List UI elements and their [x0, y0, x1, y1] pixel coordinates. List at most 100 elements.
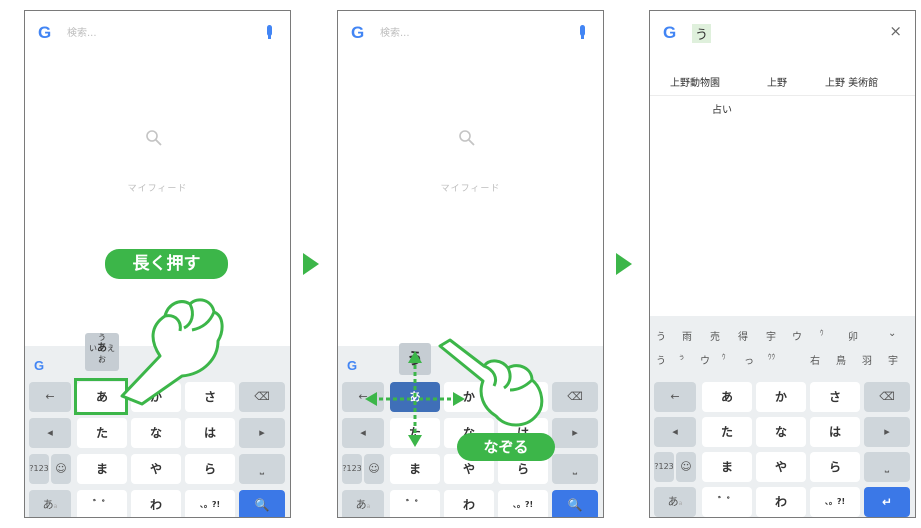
key-sa[interactable]: さ [810, 382, 860, 412]
key-ma[interactable]: ま [390, 454, 440, 484]
candidate-item[interactable]: 雨 [682, 328, 692, 343]
key-punct[interactable]: 、。?! [498, 490, 548, 517]
key-ta[interactable]: た [77, 418, 127, 448]
feed-hint-text: マイフィード [440, 184, 501, 194]
close-icon[interactable]: × [889, 22, 902, 40]
number-key[interactable]: ?123 [654, 452, 674, 482]
mic-icon[interactable] [580, 25, 585, 39]
search-input[interactable]: 検索... [67, 24, 97, 39]
delete-key[interactable]: ⌫ [864, 382, 910, 412]
swipe-callout: なぞる [457, 433, 555, 461]
key-wa[interactable]: わ [131, 490, 181, 517]
next-key[interactable]: ▸ [864, 417, 910, 447]
mode-key-sub: a [678, 500, 683, 507]
emoji-key[interactable]: ☺ [364, 454, 384, 484]
phone-screen-result: G う × 上野動物園 上野 上野 美術館 占い う 雨 売 得 宇 ウ ｳ 卯… [649, 10, 916, 518]
key-ma[interactable]: ま [702, 452, 752, 482]
search-icon [459, 130, 475, 146]
key-a[interactable]: あ [702, 382, 752, 412]
key-label: あ [720, 390, 733, 404]
key-wa[interactable]: わ [444, 490, 494, 517]
suggestion-item[interactable]: 上野 美術館 [825, 74, 878, 89]
search-key[interactable]: 🔍 [239, 490, 285, 517]
candidate-item[interactable]: ｳｳ [768, 352, 775, 362]
key-ra[interactable]: ら [810, 452, 860, 482]
search-key[interactable]: 🔍 [552, 490, 598, 517]
key-dakuten[interactable]: ゛゜ [702, 487, 752, 517]
keyboard-google-icon[interactable]: G [347, 358, 357, 373]
key-ra[interactable]: ら [185, 454, 235, 484]
phone-screen-swipe: G 検索... マイフィード G ← あ か さ ⌫ ◂ た な は ▸ ?12… [337, 10, 604, 518]
candidate-item[interactable]: 鳥 [836, 352, 846, 367]
key-ha[interactable]: は [185, 418, 235, 448]
space-key[interactable]: ⎵ [864, 452, 910, 482]
key-punct[interactable]: 、。?! [185, 490, 235, 517]
search-input[interactable]: う [692, 24, 712, 43]
key-dakuten[interactable]: ゛゜ [77, 490, 127, 517]
candidate-item[interactable]: ｳ [820, 328, 824, 338]
key-ma[interactable]: ま [77, 454, 127, 484]
search-bar[interactable]: G 検索... [338, 11, 603, 53]
key-label: や [774, 460, 787, 474]
key-label: な [774, 425, 787, 439]
candidate-item[interactable]: ｳ [722, 352, 726, 362]
suggestion-item[interactable]: 上野 [767, 74, 787, 89]
emoji-key[interactable]: ☺ [676, 452, 696, 482]
candidate-item[interactable]: う [656, 352, 666, 367]
mode-key[interactable]: あa [654, 487, 696, 517]
google-logo-icon: G [663, 23, 677, 42]
candidate-item[interactable]: 右 [810, 352, 820, 367]
space-key[interactable]: ⎵ [239, 454, 285, 484]
number-key[interactable]: ?123 [342, 454, 362, 484]
candidate-item[interactable]: 卯 [848, 328, 858, 343]
candidate-item[interactable]: ぅ [678, 352, 685, 362]
delete-key[interactable]: ⌫ [552, 382, 598, 412]
prev-key[interactable]: ◂ [29, 418, 71, 448]
key-label: ゛゜ [92, 500, 111, 510]
keyboard-google-icon[interactable]: G [34, 358, 44, 373]
mic-icon[interactable] [267, 25, 272, 39]
key-ha[interactable]: は [810, 417, 860, 447]
key-ka[interactable]: か [756, 382, 806, 412]
delete-key[interactable]: ⌫ [239, 382, 285, 412]
search-input[interactable]: 検索... [380, 24, 410, 39]
key-wa[interactable]: わ [756, 487, 806, 517]
key-ya[interactable]: や [756, 452, 806, 482]
key-label: や [149, 462, 162, 476]
suggestion-item[interactable]: 占い [712, 101, 732, 116]
key-ta[interactable]: た [702, 417, 752, 447]
key-dakuten[interactable]: ゛゜ [390, 490, 440, 517]
key-label: 、。?! [512, 500, 534, 509]
search-bar[interactable]: G う × [650, 11, 915, 53]
next-key[interactable]: ▸ [552, 418, 598, 448]
prev-key[interactable]: ◂ [654, 417, 696, 447]
emoji-key[interactable]: ☺ [51, 454, 71, 484]
candidate-item[interactable]: っ [744, 352, 754, 367]
candidate-item[interactable]: 宇 [888, 352, 898, 367]
key-na[interactable]: な [756, 417, 806, 447]
left-arrow-key[interactable]: ← [29, 382, 71, 412]
key-na[interactable]: な [131, 418, 181, 448]
left-arrow-key[interactable]: ← [654, 382, 696, 412]
candidate-item[interactable]: 羽 [862, 352, 872, 367]
expand-candidates-icon[interactable]: ⌄ [888, 328, 896, 339]
candidate-item[interactable]: ウ [792, 328, 802, 343]
candidate-item[interactable]: 得 [738, 328, 748, 343]
enter-key[interactable]: ↵ [864, 487, 910, 517]
popup-bottom: お [98, 355, 106, 364]
number-key[interactable]: ?123 [29, 454, 49, 484]
space-key[interactable]: ⎵ [552, 454, 598, 484]
suggestion-item[interactable]: 上野動物園 [670, 74, 720, 89]
key-ya[interactable]: や [131, 454, 181, 484]
key-punct[interactable]: 、。?! [810, 487, 860, 517]
flick-popup: う いあえ お [85, 333, 119, 371]
candidate-item[interactable]: 宇 [766, 328, 776, 343]
mode-key[interactable]: あa [342, 490, 384, 517]
mode-key[interactable]: あa [29, 490, 71, 517]
phone-screen-long-press: G 検索... マイフィード G ← あ か さ ⌫ ◂ た な は ▸ ?12… [24, 10, 291, 518]
next-key[interactable]: ▸ [239, 418, 285, 448]
search-bar[interactable]: G 検索... [25, 11, 290, 53]
candidate-item[interactable]: 売 [710, 328, 720, 343]
candidate-item[interactable]: う [656, 328, 666, 343]
candidate-item[interactable]: ウ [700, 352, 710, 367]
